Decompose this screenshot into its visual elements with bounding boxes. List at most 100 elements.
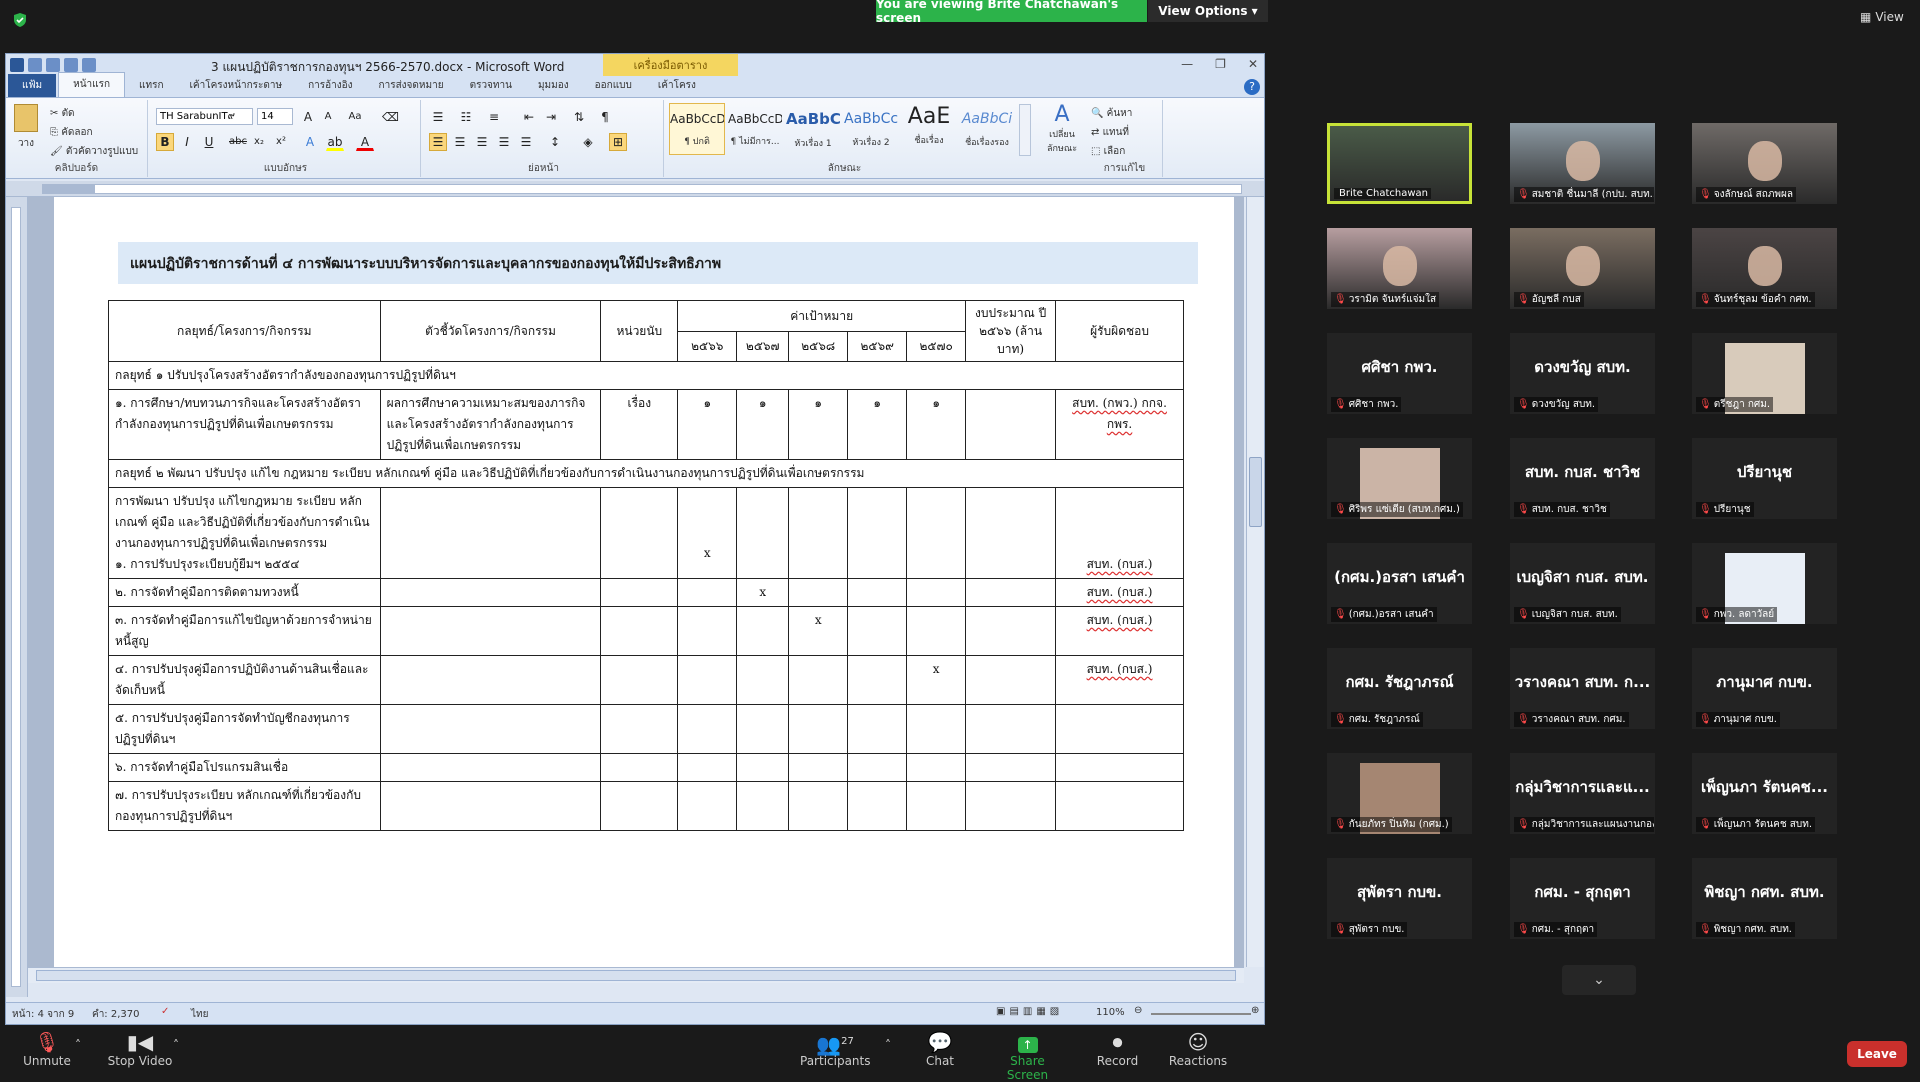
vertical-scrollbar[interactable] <box>1246 197 1264 967</box>
redo-icon[interactable] <box>64 58 78 72</box>
shading-icon[interactable]: ◈ <box>579 133 597 151</box>
participant-tile[interactable]: 🎙 อัญชลี กบส <box>1510 228 1655 309</box>
zoom-slider[interactable] <box>1151 1013 1251 1015</box>
gallery-next-button[interactable]: ⌄ <box>1562 965 1636 995</box>
vertical-ruler[interactable] <box>6 197 28 997</box>
font-name-select[interactable]: TH SarabunIT๙ <box>156 108 253 125</box>
participant-tile[interactable]: กศม. - สุกฤตา 🎙 กศม. - สุกฤตา <box>1510 858 1655 939</box>
replace-button[interactable]: ⇄ แทนที่ <box>1091 125 1129 140</box>
chat-button[interactable]: 💬 Chat <box>920 1030 960 1068</box>
paste-button[interactable]: วาง <box>12 104 40 152</box>
pilcrow-icon[interactable]: ¶ <box>596 108 614 126</box>
participant-tile[interactable]: 🎙 สมชาติ ชื่นมาลี (กปบ. สบท... <box>1510 123 1655 204</box>
plan-table[interactable]: กลยุทธ์/โครงการ/กิจกรรม ตัวชี้วัดโครงการ… <box>108 300 1184 831</box>
decrease-indent-icon[interactable]: ⇤ <box>520 108 538 126</box>
sort-icon[interactable]: ⇅ <box>570 108 588 126</box>
stop-video-button[interactable]: ▮◀ Stop Video <box>105 1030 175 1068</box>
shrink-font-icon[interactable]: A <box>319 108 337 126</box>
leave-button[interactable]: Leave <box>1847 1041 1907 1067</box>
clear-format-icon[interactable]: ⌫ <box>381 108 399 126</box>
participant-tile[interactable]: ศศิชา กพว. 🎙 ศศิชา กพว. <box>1327 333 1472 414</box>
align-left-button[interactable]: ☰ <box>429 133 447 151</box>
security-shield-icon[interactable] <box>12 12 28 28</box>
align-right-button[interactable]: ☰ <box>473 133 491 151</box>
grow-font-icon[interactable]: A <box>299 108 317 126</box>
language[interactable]: ไทย <box>191 1007 208 1022</box>
unmute-button[interactable]: 🎙 Unmute <box>22 1030 72 1068</box>
line-spacing-icon[interactable]: ↕ <box>546 133 564 151</box>
style-title[interactable]: AaE ชื่อเรื่อง <box>901 103 957 155</box>
style-normal[interactable]: AaBbCcDc ¶ ปกติ <box>669 103 725 155</box>
minimize-icon[interactable]: — <box>1181 57 1193 71</box>
select-button[interactable]: ⬚ เลือก <box>1091 144 1125 159</box>
hscroll-thumb[interactable] <box>36 970 1236 981</box>
participants-options-button[interactable]: ˄ <box>882 1038 894 1052</box>
participant-tile[interactable]: เบญจิสา กบส. สบท. 🎙 เบญจิสา กบส. สบท. <box>1510 543 1655 624</box>
participant-tile[interactable]: 🎙 วรามิต จันทร์แจ่มใส <box>1327 228 1472 309</box>
participant-tile[interactable]: 🎙 ตรีชฎา กศม. <box>1692 333 1837 414</box>
tab-file[interactable]: แฟ้ม <box>8 74 57 97</box>
style-heading-1[interactable]: AaBbC หัวเรื่อง 1 <box>785 103 841 155</box>
distributed-button[interactable]: ☰ <box>517 133 535 151</box>
tab-page-layout[interactable]: เค้าโครงหน้ากระดาษ <box>178 78 295 97</box>
style-subtitle[interactable]: AaBbCi ชื่อเรื่องรอง <box>959 103 1015 155</box>
close-icon[interactable]: ✕ <box>1248 57 1258 71</box>
find-button[interactable]: 🔍 ค้นหา <box>1091 106 1132 121</box>
participant-tile[interactable]: (กศม.)อรสา เสนคำ 🎙 (กศม.)อรสา เสนคำ <box>1327 543 1472 624</box>
participant-tile[interactable]: กศม. รัชฎาภรณ์ 🎙 กศม. รัชฎาภรณ์ <box>1327 648 1472 729</box>
print-preview-icon[interactable] <box>82 58 96 72</box>
underline-button[interactable]: U <box>200 133 218 151</box>
bullets-icon[interactable]: ☰ <box>429 108 447 126</box>
increase-indent-icon[interactable]: ⇥ <box>542 108 560 126</box>
superscript-button[interactable]: x² <box>272 133 290 151</box>
participant-tile[interactable]: วรางคณา สบท. ก... 🎙 วรางคณา สบท. กศม. <box>1510 648 1655 729</box>
word-count[interactable]: คำ: 2,370 <box>92 1007 139 1022</box>
participant-tile[interactable]: ดวงขวัญ สบท. 🎙 ดวงขวัญ สบท. <box>1510 333 1655 414</box>
strikethrough-button[interactable]: abc <box>228 133 247 151</box>
zoom-in-icon[interactable]: ⊕ <box>1251 1005 1259 1016</box>
participant-tile[interactable]: ภานุมาศ กบข. 🎙 ภานุมาศ กบข. <box>1692 648 1837 729</box>
document-area[interactable]: แผนปฏิบัติราชการด้านที่ ๔ การพัฒนาระบบบร… <box>28 197 1244 967</box>
document-page[interactable]: แผนปฏิบัติราชการด้านที่ ๔ การพัฒนาระบบบร… <box>54 197 1234 967</box>
tab-design[interactable]: ออกแบบ <box>583 78 644 97</box>
bold-button[interactable]: B <box>156 133 174 151</box>
numbering-icon[interactable]: ☷ <box>457 108 475 126</box>
highlight-icon[interactable]: ab <box>326 133 344 151</box>
view-button[interactable]: ▦ View <box>1860 10 1904 24</box>
record-button[interactable]: ⏺ Record <box>1095 1030 1140 1068</box>
participant-tile[interactable]: 🎙 จันทร์ชุลม ข้อคำ กศท. <box>1692 228 1837 309</box>
participant-tile[interactable]: Brite Chatchawan <box>1327 123 1472 204</box>
scroll-thumb[interactable] <box>1249 457 1262 527</box>
help-icon[interactable]: ? <box>1244 79 1260 95</box>
tab-home[interactable]: หน้าแรก <box>58 72 126 97</box>
participant-tile[interactable]: 🎙 กพว. ลดาวัลย์ <box>1692 543 1837 624</box>
participant-tile[interactable]: สบท. กบส. ชาวิช 🎙 สบท. กบส. ชาวิช <box>1510 438 1655 519</box>
page-count[interactable]: หน้า: 4 จาก 9 <box>12 1007 74 1022</box>
zoom-level[interactable]: 110% <box>1096 1007 1125 1018</box>
participants-button[interactable]: 👥27 Participants <box>800 1030 871 1068</box>
save-icon[interactable] <box>28 58 42 72</box>
tab-layout[interactable]: เค้าโครง <box>646 78 708 97</box>
restore-icon[interactable]: ❐ <box>1215 57 1226 71</box>
audio-options-button[interactable]: ˄ <box>72 1038 84 1052</box>
change-case-icon[interactable]: Aa <box>346 108 364 126</box>
participant-tile[interactable]: ปรียานุช 🎙 ปรียานุช <box>1692 438 1837 519</box>
change-styles-button[interactable]: A เปลี่ยนลักษณะ <box>1037 102 1087 160</box>
italic-button[interactable]: I <box>178 133 196 151</box>
text-effects-icon[interactable]: A <box>301 133 319 151</box>
participant-tile[interactable]: 🎙 จงลักษณ์ สถภพผล <box>1692 123 1837 204</box>
subscript-button[interactable]: x₂ <box>250 133 268 151</box>
tab-insert[interactable]: แทรก <box>127 78 175 97</box>
align-center-button[interactable]: ☰ <box>451 133 469 151</box>
zoom-out-icon[interactable]: ⊖ <box>1134 1005 1142 1016</box>
format-painter-button[interactable]: 🖌 ตัวคัดวางรูปแบบ <box>50 144 138 159</box>
justify-button[interactable]: ☰ <box>495 133 513 151</box>
reactions-button[interactable]: ☺ Reactions <box>1168 1030 1228 1068</box>
view-options-button[interactable]: View Options ▾ <box>1148 0 1268 22</box>
tab-references[interactable]: การอ้างอิง <box>296 78 364 97</box>
copy-button[interactable]: ⎘ คัดลอก <box>50 125 93 140</box>
borders-icon[interactable]: ⊞ <box>609 133 627 151</box>
multilevel-list-icon[interactable]: ≡ <box>485 108 503 126</box>
tab-view[interactable]: มุมมอง <box>526 78 581 97</box>
participant-tile[interactable]: กลุ่มวิชาการและแ... 🎙 กลุ่มวิชาการและแผนงา… <box>1510 753 1655 834</box>
